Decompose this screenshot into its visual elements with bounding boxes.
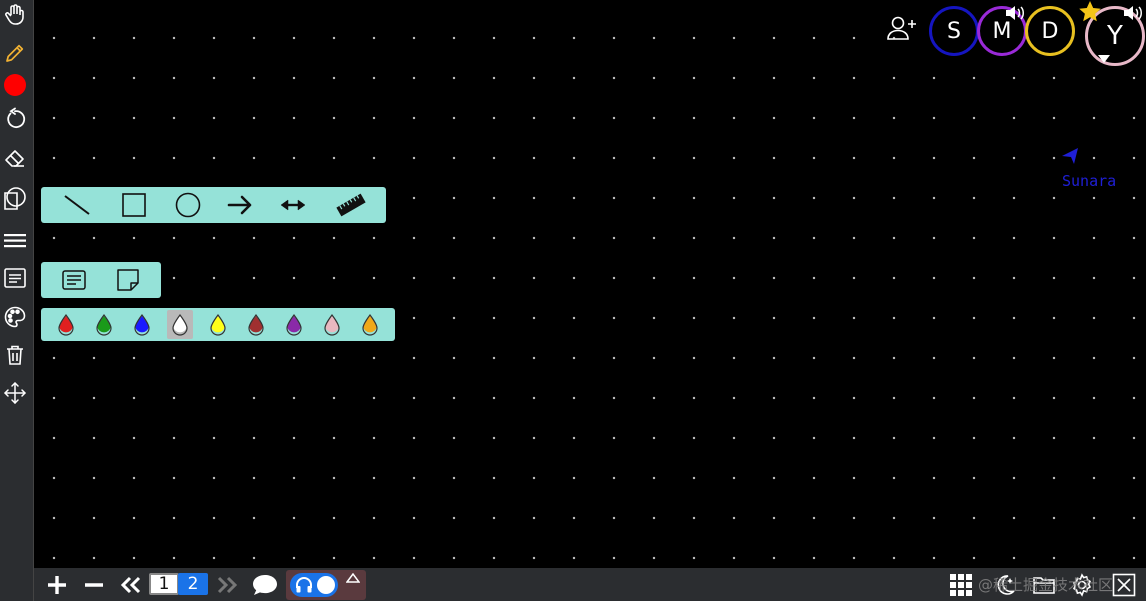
text-icon[interactable]: [2, 265, 28, 291]
participant-avatar-d[interactable]: D: [1025, 6, 1075, 56]
pencil-icon[interactable]: [2, 40, 28, 66]
color-drop-icon: [96, 313, 112, 336]
speaker-icon: [1124, 6, 1142, 20]
speaker-icon: [1006, 6, 1024, 20]
notes-panel: [41, 262, 161, 298]
palette-icon[interactable]: [2, 304, 28, 330]
star-icon: [1079, 1, 1101, 22]
previous-page-icon[interactable]: [118, 568, 144, 601]
color-drop-icon: [210, 313, 226, 336]
color-drop-icon: [172, 313, 188, 336]
color-drop-icon: [324, 313, 340, 336]
rectangle-icon[interactable]: [116, 187, 152, 223]
remote-cursor: Sunara: [1060, 146, 1130, 192]
avatar-initial: Y: [1107, 21, 1123, 51]
hand-icon[interactable]: [2, 2, 28, 28]
grid-view-icon[interactable]: [947, 568, 975, 601]
double-arrow-icon[interactable]: [274, 187, 312, 223]
zoom-in-icon[interactable]: [42, 568, 72, 601]
sticky-note-icon[interactable]: [111, 262, 145, 298]
trash-icon[interactable]: [2, 342, 28, 368]
avatar-initial: S: [947, 18, 961, 44]
watermark: @稀土掘金技术社区: [978, 576, 1114, 594]
line-icon[interactable]: [59, 187, 95, 223]
color-swatch-9[interactable]: [357, 310, 383, 339]
page-2-button[interactable]: 2: [178, 573, 208, 595]
eraser-icon[interactable]: [2, 145, 28, 171]
color-swatch-4[interactable]: [167, 310, 193, 339]
color-dot-icon[interactable]: [2, 72, 28, 98]
stroke-width-icon[interactable]: [2, 228, 28, 254]
color-swatch-3[interactable]: [129, 310, 155, 339]
move-icon[interactable]: [2, 380, 28, 406]
cursor-arrow-icon: [1062, 148, 1078, 164]
chat-icon[interactable]: [250, 568, 280, 601]
whiteboard-canvas[interactable]: [34, 0, 1146, 568]
toggle-knob: [317, 576, 335, 594]
participant-avatar-s[interactable]: S: [929, 6, 979, 56]
add-user-icon[interactable]: [886, 14, 918, 42]
remote-cursor-name: Sunara: [1062, 172, 1117, 190]
shapes-panel: [41, 187, 386, 223]
exit-fullscreen-icon[interactable]: [1110, 568, 1138, 601]
avatar-initial: D: [1041, 18, 1059, 44]
color-swatch-8[interactable]: [319, 310, 345, 339]
color-swatch-7[interactable]: [281, 310, 307, 339]
zoom-out-icon[interactable]: [79, 568, 109, 601]
text-note-icon[interactable]: [57, 262, 91, 298]
color-drop-icon: [134, 313, 150, 336]
color-swatch-1[interactable]: [53, 310, 79, 339]
headphones-icon: [296, 577, 312, 593]
color-drop-icon: [248, 313, 264, 336]
next-page-icon[interactable]: [214, 568, 240, 601]
ruler-icon[interactable]: [331, 187, 371, 223]
page-1-button[interactable]: 1: [149, 573, 179, 595]
color-swatch-5[interactable]: [205, 310, 231, 339]
color-palette-panel: [41, 308, 395, 341]
circle-icon[interactable]: [169, 187, 207, 223]
shapes-icon[interactable]: [2, 185, 28, 211]
caret-down-icon[interactable]: [1097, 54, 1111, 64]
arrow-icon[interactable]: [221, 187, 259, 223]
audio-toggle-pill: [290, 573, 338, 597]
color-drop-icon: [58, 313, 74, 336]
undo-icon[interactable]: [2, 106, 28, 132]
participants-bar: S M D Y: [884, 0, 1146, 70]
caret-up-icon[interactable]: [346, 573, 360, 583]
avatar-initial: M: [992, 18, 1012, 44]
color-swatch-2[interactable]: [91, 310, 117, 339]
left-toolbar: [0, 0, 34, 601]
color-swatch-6[interactable]: [243, 310, 269, 339]
bottom-bar: 1 2 @稀土掘金技术社区: [34, 568, 1146, 601]
audio-toggle[interactable]: [286, 570, 366, 600]
color-drop-icon: [286, 313, 302, 336]
color-drop-icon: [362, 313, 378, 336]
